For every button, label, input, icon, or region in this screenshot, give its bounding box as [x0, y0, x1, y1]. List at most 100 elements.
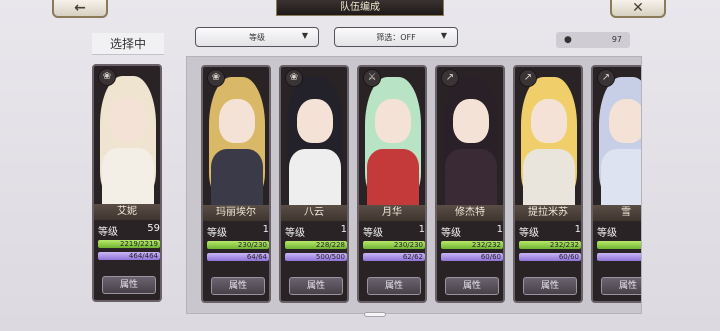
- level-row: 等级 1: [207, 224, 269, 239]
- attribute-button[interactable]: 属性: [367, 277, 421, 295]
- mp-bar: 500/500: [285, 253, 347, 261]
- level-label: 等级: [363, 228, 383, 239]
- close-button[interactable]: ✕: [610, 0, 666, 18]
- character-name: 修杰特: [437, 205, 503, 221]
- level-label: 等级: [285, 228, 305, 239]
- mp-bar: 62: [597, 253, 641, 261]
- character-portrait: [515, 67, 581, 205]
- selected-label: 选择中: [92, 33, 164, 55]
- portrait-face: [219, 99, 255, 143]
- chevron-down-icon: ▼: [301, 31, 308, 40]
- level-row: 等级 59: [98, 223, 160, 238]
- level-value: 1: [340, 224, 347, 235]
- class-icon: ↗: [441, 69, 459, 87]
- hp-bar: 232/232: [519, 241, 581, 249]
- character-card[interactable]: ⚔ 月华 等级 1 230/230 62/62 属性: [357, 65, 427, 303]
- chevron-down-icon: ▼: [440, 31, 447, 40]
- mp-value: 464/464: [128, 252, 158, 260]
- class-icon: ↗: [597, 69, 615, 87]
- character-portrait: [437, 67, 503, 205]
- portrait-body: [445, 149, 497, 205]
- character-list[interactable]: ❀ 玛丽埃尔 等级 1 230/230 64/64 属性 ❀ 八云 等级 1 2…: [186, 56, 642, 314]
- attribute-button[interactable]: 属性: [211, 277, 265, 295]
- hp-bar: 230/230: [207, 241, 269, 249]
- selected-character-card[interactable]: ❀ 艾妮 等级 59 2219/2219 464/464 属性: [92, 64, 162, 302]
- filter-dropdown[interactable]: 筛选：OFF ▼: [334, 27, 458, 47]
- hp-value: 230/230: [393, 241, 423, 249]
- character-portrait: [593, 67, 641, 205]
- back-button[interactable]: ←: [52, 0, 108, 18]
- attribute-button[interactable]: 属性: [523, 277, 577, 295]
- attribute-button[interactable]: 属性: [445, 277, 499, 295]
- hp-bar: 228/228: [285, 241, 347, 249]
- level-value: 59: [147, 223, 160, 234]
- level-label: 等级: [98, 227, 118, 238]
- character-name: 玛丽埃尔: [203, 205, 269, 221]
- mp-bar: 62/62: [363, 253, 425, 261]
- character-portrait: [281, 67, 347, 205]
- mp-bar: 64/64: [207, 253, 269, 261]
- page-title: 队伍编成: [276, 0, 444, 16]
- character-name: 雪: [593, 205, 641, 221]
- hp-bar: 2: [597, 241, 641, 249]
- level-row: 等级 1: [285, 224, 347, 239]
- level-row: 等级 1: [441, 224, 503, 239]
- portrait-face: [297, 99, 333, 143]
- character-card[interactable]: ↗ 雪 等级 1 2 62 属性: [591, 65, 641, 303]
- level-label: 等级: [207, 228, 227, 239]
- level-label: 等级: [441, 228, 461, 239]
- level-value: 1: [574, 224, 581, 235]
- hp-value: 232/232: [471, 241, 501, 249]
- level-row: 等级 1: [363, 224, 425, 239]
- class-icon: ↗: [519, 69, 537, 87]
- portrait-body: [289, 149, 341, 205]
- attribute-button[interactable]: 属性: [289, 277, 343, 295]
- hp-bar: 230/230: [363, 241, 425, 249]
- portrait-face: [531, 99, 567, 143]
- level-row: 等级 1: [597, 224, 641, 239]
- character-portrait: [359, 67, 425, 205]
- close-icon: ✕: [632, 0, 644, 16]
- character-portrait: [94, 66, 160, 204]
- sort-dropdown-label: 等级: [249, 32, 265, 42]
- character-card[interactable]: ❀ 八云 等级 1 228/228 500/500 属性: [279, 65, 349, 303]
- character-card[interactable]: ❀ 玛丽埃尔 等级 1 230/230 64/64 属性: [201, 65, 271, 303]
- person-icon: ●: [564, 35, 572, 45]
- hp-value: 230/230: [237, 241, 267, 249]
- class-icon: ⚔: [363, 69, 381, 87]
- portrait-face: [110, 98, 146, 142]
- character-count: ● 97: [556, 32, 630, 48]
- portrait-body: [523, 149, 575, 205]
- hp-value: 228/228: [315, 241, 345, 249]
- attribute-button[interactable]: 属性: [102, 276, 156, 294]
- mp-value: 64/64: [246, 253, 267, 261]
- portrait-body: [211, 149, 263, 205]
- mp-bar: 464/464: [98, 252, 160, 260]
- portrait-body: [601, 149, 641, 205]
- scrollbar-thumb[interactable]: [364, 312, 386, 317]
- portrait-face: [609, 99, 641, 143]
- character-name: 八云: [281, 205, 347, 221]
- character-card[interactable]: ↗ 提拉米苏 等级 1 232/232 60/60 属性: [513, 65, 583, 303]
- character-card[interactable]: ↗ 修杰特 等级 1 232/232 60/60 属性: [435, 65, 505, 303]
- top-bar: ← 队伍编成 ✕: [0, 0, 720, 20]
- hp-value: 232/232: [549, 241, 579, 249]
- character-portrait: [203, 67, 269, 205]
- sort-dropdown[interactable]: 等级 ▼: [195, 27, 319, 47]
- character-name: 提拉米苏: [515, 205, 581, 221]
- character-name: 月华: [359, 205, 425, 221]
- mp-value: 60/60: [480, 253, 501, 261]
- hp-value: 2219/2219: [120, 240, 158, 248]
- class-icon: ❀: [285, 69, 303, 87]
- level-value: 1: [262, 224, 269, 235]
- class-icon: ❀: [207, 69, 225, 87]
- class-icon: ❀: [98, 68, 116, 86]
- attribute-button[interactable]: 属性: [601, 277, 641, 295]
- level-label: 等级: [597, 228, 617, 239]
- portrait-body: [102, 148, 154, 204]
- portrait-face: [453, 99, 489, 143]
- mp-bar: 60/60: [441, 253, 503, 261]
- mp-value: 60/60: [558, 253, 579, 261]
- portrait-body: [367, 149, 419, 205]
- level-label: 等级: [519, 228, 539, 239]
